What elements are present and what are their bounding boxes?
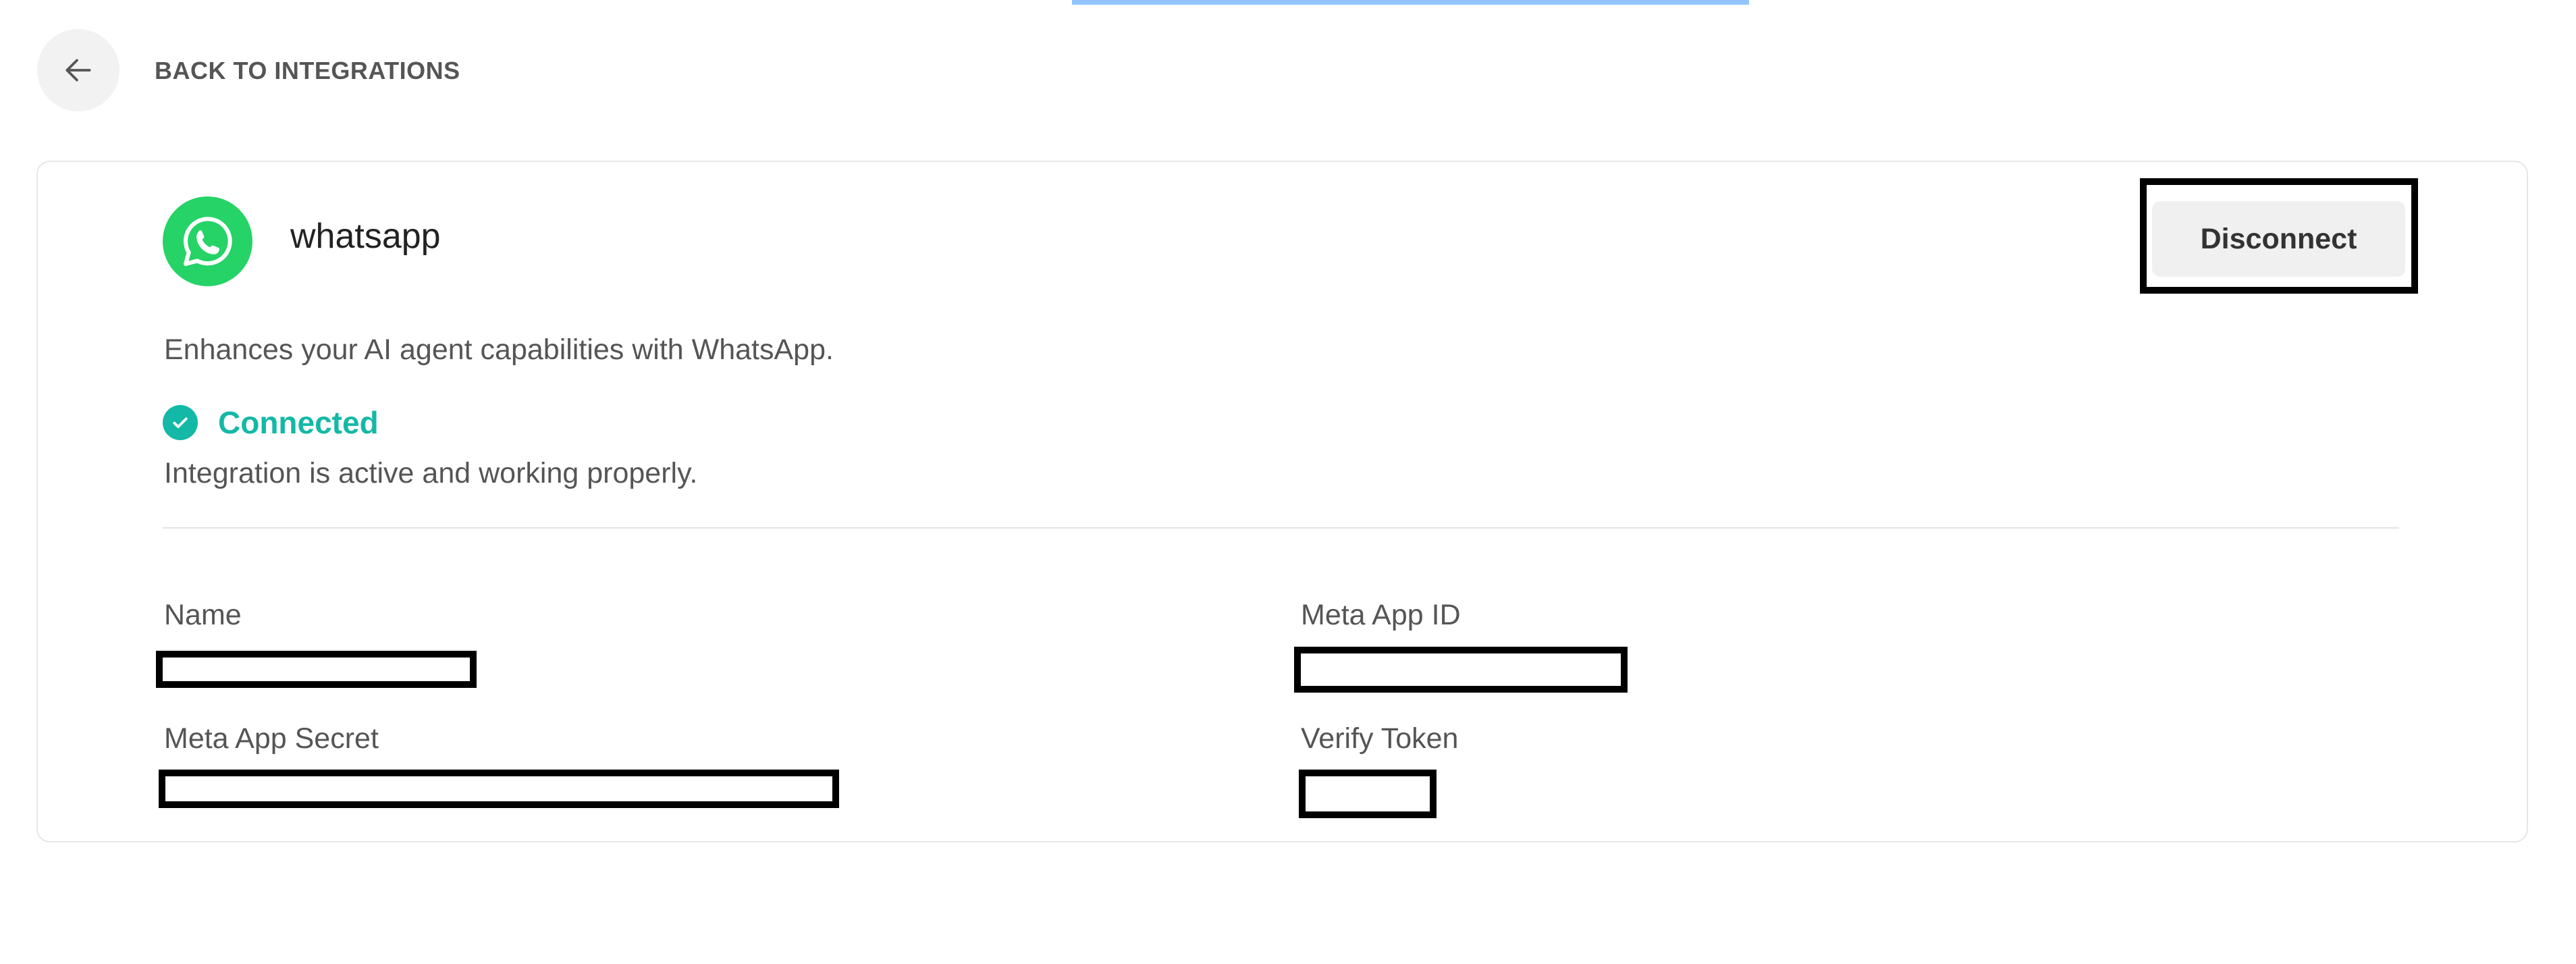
name-field-label: Name [164, 599, 242, 631]
verify-token-label: Verify Token [1301, 722, 1459, 755]
status-label: Connected [218, 405, 379, 440]
connection-status: Connected [163, 404, 379, 441]
integration-detail-page: BACK TO INTEGRATIONS whatsapp Disconnect… [0, 0, 2576, 964]
divider [163, 527, 2399, 529]
back-to-integrations-link[interactable]: BACK TO INTEGRATIONS [155, 57, 460, 85]
verify-token-value-redacted [1299, 770, 1437, 818]
loading-bar [1072, 0, 1749, 5]
name-value-redacted [156, 651, 477, 688]
disconnect-button[interactable]: Disconnect [2152, 201, 2405, 277]
integration-description: Enhances your AI agent capabilities with… [164, 333, 834, 366]
meta-app-secret-value-redacted [159, 770, 839, 808]
status-message: Integration is active and working proper… [164, 457, 698, 489]
arrow-left-icon [65, 59, 91, 82]
back-button[interactable] [37, 29, 119, 111]
check-circle-icon [163, 405, 198, 440]
meta-app-id-label: Meta App ID [1301, 599, 1461, 631]
integration-title: whatsapp [290, 217, 441, 256]
meta-app-secret-label: Meta App Secret [164, 722, 379, 755]
meta-app-id-value-redacted [1294, 647, 1628, 693]
whatsapp-logo-icon [163, 196, 252, 286]
